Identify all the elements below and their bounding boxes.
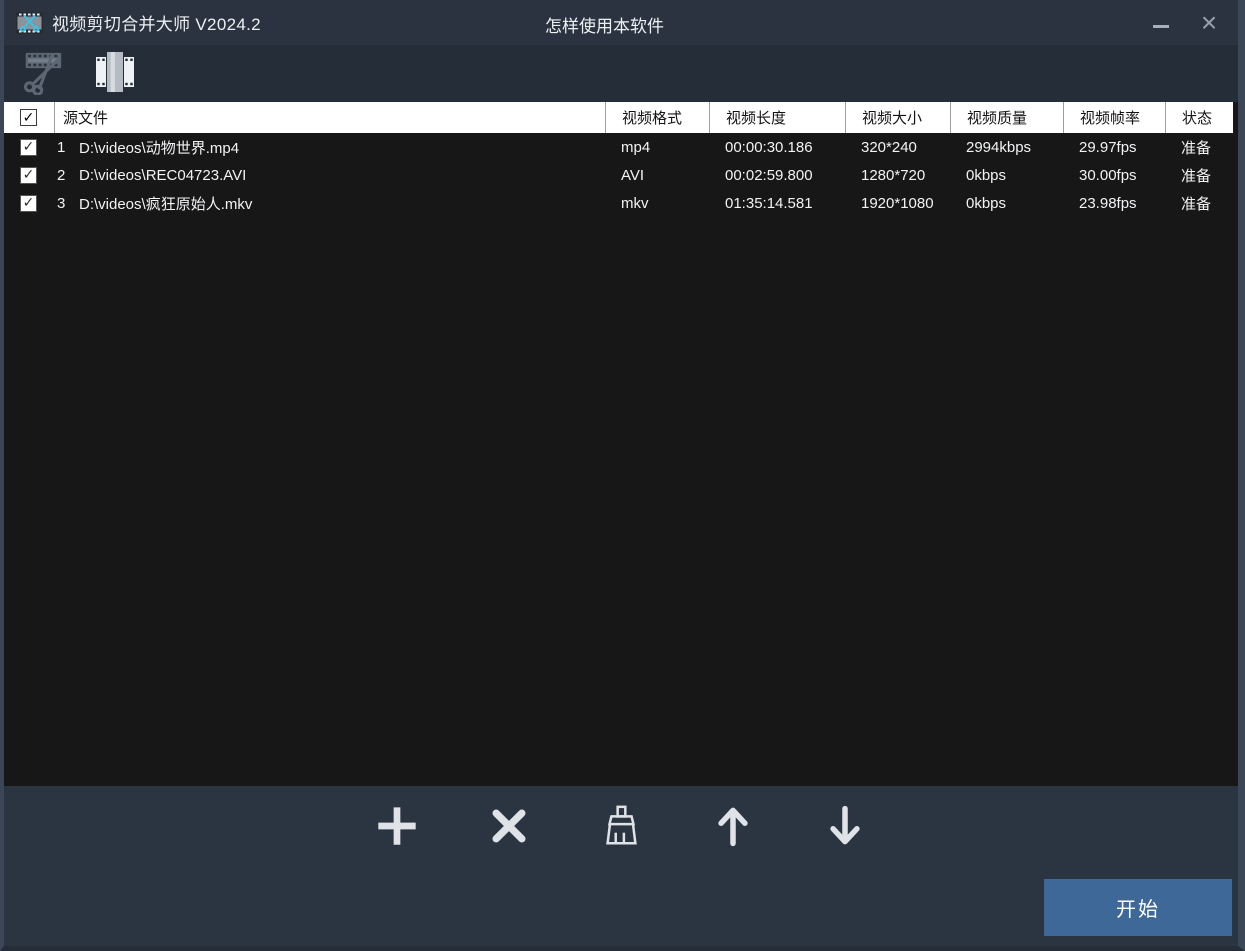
column-header-source-file[interactable]: 源文件 (54, 102, 605, 133)
film-scissors-logo-icon (16, 12, 43, 34)
row-quality: 0kbps (950, 167, 1063, 184)
close-button[interactable]: × (1196, 0, 1222, 45)
window-title: 视频剪切合并大师 V2024.2 (52, 10, 261, 35)
broom-icon (598, 803, 644, 852)
row-index: 2 (57, 167, 79, 184)
row-check-cell: ✓ (4, 139, 54, 156)
row-length: 01:35:14.581 (709, 195, 845, 212)
row-framerate: 30.00fps (1063, 167, 1165, 184)
column-header-size[interactable]: 视频大小 (845, 102, 950, 133)
check-icon: ✓ (23, 195, 35, 209)
table-header-row: ✓ 源文件 视频格式 视频长度 视频大小 视频质量 视频帧率 状态 (4, 102, 1233, 133)
row-format: AVI (605, 167, 709, 184)
column-header-format[interactable]: 视频格式 (605, 102, 709, 133)
bottom-panel: 开始 (4, 786, 1238, 946)
row-file-cell: 1 D:\videos\动物世界.mp4 (54, 137, 605, 158)
arrow-up-icon (711, 804, 755, 851)
minimize-icon (1153, 25, 1169, 28)
row-size: 320*240 (845, 139, 950, 156)
table-row[interactable]: ✓ 3 D:\videos\疯狂原始人.mkv mkv 01:35:14.581… (4, 189, 1238, 217)
select-all-checkbox[interactable]: ✓ (20, 109, 37, 126)
row-format: mkv (605, 195, 709, 212)
x-icon (487, 804, 531, 851)
row-file-path: D:\videos\动物世界.mp4 (79, 137, 239, 158)
row-file-cell: 3 D:\videos\疯狂原始人.mkv (54, 193, 605, 214)
row-index: 1 (57, 139, 79, 156)
help-link[interactable]: 怎样使用本软件 (545, 12, 664, 37)
row-check-cell: ✓ (4, 167, 54, 184)
row-length: 00:00:30.186 (709, 139, 845, 156)
plus-icon (374, 803, 420, 852)
row-status-badge: 准备 (1165, 165, 1233, 186)
column-header-status[interactable]: 状态 (1165, 102, 1233, 133)
row-framerate: 23.98fps (1063, 195, 1165, 212)
column-header-length[interactable]: 视频长度 (709, 102, 845, 133)
row-status-badge: 准备 (1165, 137, 1233, 158)
film-merge-icon (92, 49, 138, 98)
move-up-button[interactable] (709, 803, 757, 851)
row-framerate: 29.97fps (1063, 139, 1165, 156)
close-icon: × (1201, 9, 1217, 37)
row-checkbox[interactable]: ✓ (20, 195, 37, 212)
header-check-cell[interactable]: ✓ (4, 102, 54, 133)
row-status-badge: 准备 (1165, 193, 1233, 214)
row-format: mp4 (605, 139, 709, 156)
row-file-cell: 2 D:\videos\REC04723.AVI (54, 167, 605, 184)
app-window: 视频剪切合并大师 V2024.2 怎样使用本软件 × (0, 0, 1245, 951)
minimize-button[interactable] (1150, 9, 1172, 37)
row-size: 1920*1080 (845, 195, 950, 212)
row-file-path: D:\videos\REC04723.AVI (79, 167, 246, 184)
table-row[interactable]: ✓ 2 D:\videos\REC04723.AVI AVI 00:02:59.… (4, 161, 1238, 189)
column-header-framerate[interactable]: 视频帧率 (1063, 102, 1165, 133)
row-length: 00:02:59.800 (709, 167, 845, 184)
add-file-button[interactable] (373, 803, 421, 851)
clear-list-button[interactable] (597, 803, 645, 851)
table-body: ✓ 1 D:\videos\动物世界.mp4 mp4 00:00:30.186 … (4, 133, 1238, 786)
row-quality: 0kbps (950, 195, 1063, 212)
row-index: 3 (57, 195, 79, 212)
move-down-button[interactable] (821, 803, 869, 851)
table-row[interactable]: ✓ 1 D:\videos\动物世界.mp4 mp4 00:00:30.186 … (4, 133, 1238, 161)
merge-mode-button[interactable] (92, 51, 138, 97)
mode-toolbar (4, 45, 1238, 102)
list-action-toolbar (4, 786, 1238, 851)
column-header-quality[interactable]: 视频质量 (950, 102, 1063, 133)
arrow-down-icon (823, 804, 867, 851)
start-button[interactable]: 开始 (1044, 879, 1232, 936)
cut-mode-button[interactable] (19, 51, 65, 97)
row-size: 1280*720 (845, 167, 950, 184)
titlebar: 视频剪切合并大师 V2024.2 怎样使用本软件 × (4, 0, 1238, 45)
check-icon: ✓ (23, 110, 35, 124)
check-icon: ✓ (23, 139, 35, 153)
film-cut-scissors-icon (19, 49, 65, 98)
remove-file-button[interactable] (485, 803, 533, 851)
row-quality: 2994kbps (950, 139, 1063, 156)
table-header: ✓ 源文件 视频格式 视频长度 视频大小 视频质量 视频帧率 状态 (4, 102, 1238, 133)
row-checkbox[interactable]: ✓ (20, 167, 37, 184)
row-file-path: D:\videos\疯狂原始人.mkv (79, 193, 252, 214)
row-checkbox[interactable]: ✓ (20, 139, 37, 156)
check-icon: ✓ (23, 167, 35, 181)
window-controls: × (1150, 0, 1222, 45)
row-check-cell: ✓ (4, 195, 54, 212)
